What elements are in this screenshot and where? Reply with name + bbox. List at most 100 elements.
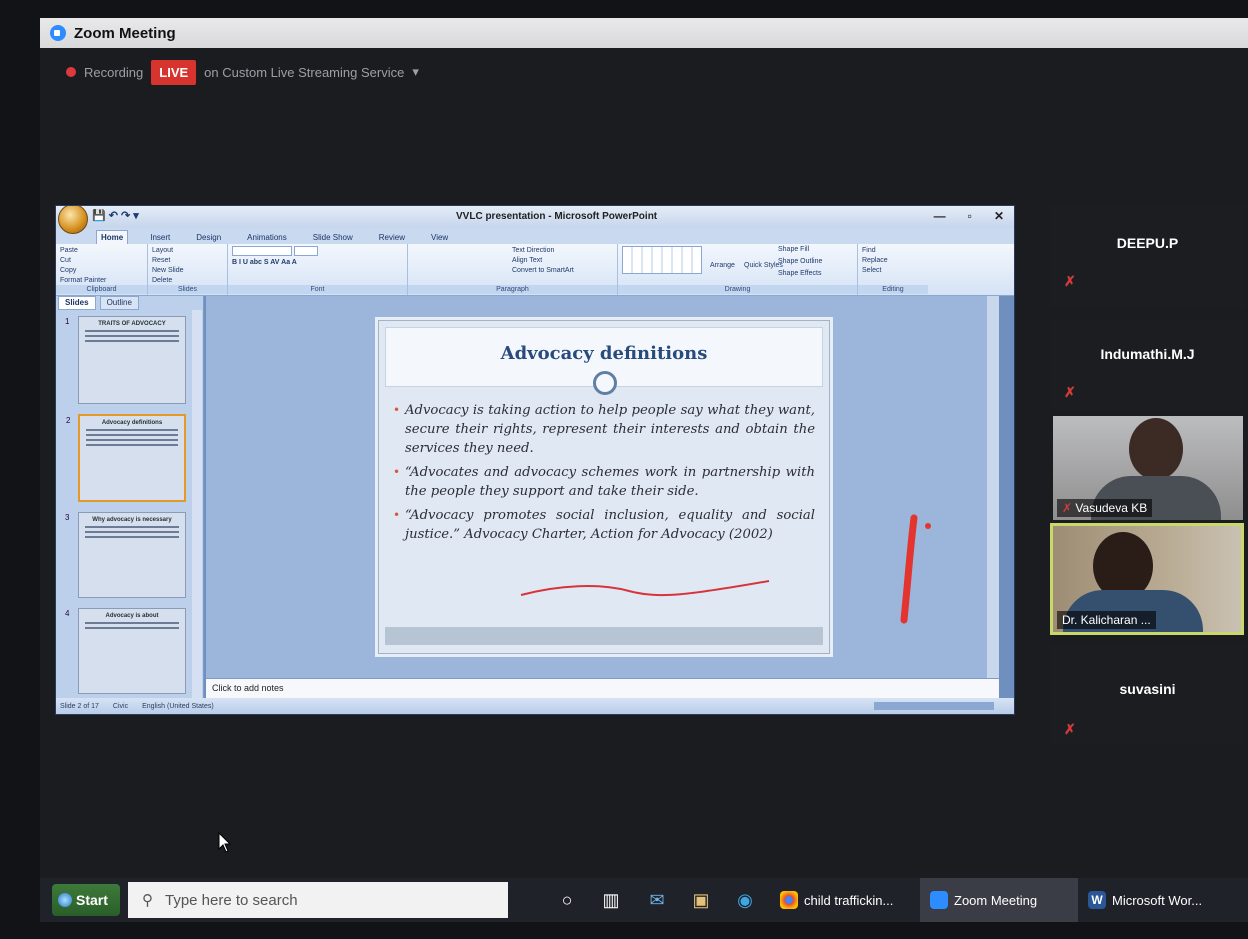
tab-outline[interactable]: Outline xyxy=(99,296,139,310)
thumbnail-number: 3 xyxy=(65,513,70,522)
convert-smartart-button[interactable]: Convert to SmartArt xyxy=(512,266,613,276)
tab-slide-show[interactable]: Slide Show xyxy=(309,231,357,244)
taskbar-app-zoom[interactable]: Zoom Meeting xyxy=(920,878,1078,922)
slide-bullets[interactable]: Advocacy is taking action to help people… xyxy=(393,401,815,549)
participant-tile[interactable]: DEEPU.P ✗ xyxy=(1050,205,1245,309)
reset-button[interactable]: Reset xyxy=(152,256,223,266)
editing-group-label: Editing xyxy=(858,285,928,294)
mouse-cursor-icon xyxy=(218,832,232,853)
windows-orb-icon xyxy=(58,893,72,907)
shape-outline-button[interactable]: Shape Outline xyxy=(778,258,822,265)
thumbnail-title: Why advocacy is necessary xyxy=(92,517,172,523)
close-icon[interactable]: ✕ xyxy=(994,209,1004,223)
participant-name: Dr. Kalicharan ... xyxy=(1057,611,1156,629)
current-slide[interactable]: Advocacy definitions Advocacy is taking … xyxy=(378,320,830,654)
slides-scrollbar[interactable] xyxy=(192,310,202,698)
tab-home[interactable]: Home xyxy=(96,230,129,244)
pane-tabs: Slides Outline xyxy=(56,296,203,310)
arrange-button[interactable]: Arrange xyxy=(710,262,735,269)
tab-design[interactable]: Design xyxy=(192,231,225,244)
find-button[interactable]: Find xyxy=(862,246,924,256)
slide-title[interactable]: Advocacy definitions xyxy=(379,343,829,364)
copy-button[interactable]: Copy xyxy=(60,266,143,276)
zoom-window-title: Zoom Meeting xyxy=(74,24,176,42)
office-button-icon[interactable] xyxy=(58,206,88,234)
zoom-slider[interactable] xyxy=(874,702,994,710)
start-button[interactable]: Start xyxy=(52,884,120,916)
new-slide-button[interactable]: New Slide xyxy=(152,266,223,276)
zoom-titlebar: Zoom Meeting xyxy=(40,18,1248,48)
mail-icon[interactable]: ✉ xyxy=(642,885,672,915)
select-button[interactable]: Select xyxy=(862,266,924,276)
slides-group-label: Slides xyxy=(148,285,227,294)
font-format-buttons[interactable]: B I U abc S AV Aa A xyxy=(232,258,403,268)
muted-mic-icon: ✗ xyxy=(1064,721,1076,737)
replace-button[interactable]: Replace xyxy=(862,256,924,266)
task-view-icon[interactable]: ▥ xyxy=(596,885,626,915)
notes-pane[interactable]: Click to add notes xyxy=(206,678,999,700)
chrome-icon xyxy=(780,891,798,909)
word-icon: W xyxy=(1088,891,1106,909)
language[interactable]: English (United States) xyxy=(142,703,214,710)
search-box[interactable]: ⚲ Type here to search xyxy=(128,882,508,918)
muted-mic-icon: ✗ xyxy=(1064,384,1076,400)
participant-tile[interactable]: Indumathi.M.J ✗ xyxy=(1050,320,1245,410)
tab-slides[interactable]: Slides xyxy=(58,296,96,310)
minimize-icon[interactable]: — xyxy=(934,209,946,223)
slide-thumbnail[interactable]: 4 Advocacy is about xyxy=(65,608,186,694)
taskbar-app-label: Microsoft Wor... xyxy=(1112,892,1203,908)
slide-footer-band xyxy=(385,627,823,645)
theme-name: Civic xyxy=(112,702,129,710)
participant-name: DEEPU.P xyxy=(1116,235,1179,251)
title-circle-decoration xyxy=(593,371,617,395)
edge-icon[interactable]: ◉ xyxy=(730,885,760,915)
annotation-underline xyxy=(520,580,770,597)
paste-button[interactable]: Paste xyxy=(60,246,143,256)
drawing-group-label: Drawing xyxy=(618,285,857,294)
store-icon[interactable]: ▣ xyxy=(686,885,716,915)
bullet-item: “Advocacy promotes social inclusion, equ… xyxy=(393,506,815,544)
text-direction-button[interactable]: Text Direction xyxy=(512,246,613,256)
start-label: Start xyxy=(76,892,108,908)
cortana-icon[interactable]: ○ xyxy=(552,885,582,915)
person-head xyxy=(1129,418,1183,480)
recording-dot-icon xyxy=(66,67,76,77)
cut-button[interactable]: Cut xyxy=(60,256,143,266)
font-name-box[interactable] xyxy=(232,246,292,256)
vertical-scrollbar[interactable] xyxy=(987,296,999,678)
tab-review[interactable]: Review xyxy=(375,231,409,244)
paragraph-group: Text Direction Align Text Convert to Sma… xyxy=(408,244,618,295)
live-badge[interactable]: LIVE xyxy=(151,59,197,85)
paragraph-group-label: Paragraph xyxy=(408,285,617,294)
participant-tile[interactable]: suvasini ✗ xyxy=(1050,645,1245,745)
search-placeholder: Type here to search xyxy=(165,891,298,909)
tab-insert[interactable]: Insert xyxy=(146,231,174,244)
slide-thumbnail[interactable]: 3 Why advocacy is necessary xyxy=(65,512,186,598)
layout-button[interactable]: Layout xyxy=(152,246,223,256)
font-group-label: Font xyxy=(228,285,407,294)
clipboard-group-label: Clipboard xyxy=(56,285,147,294)
participant-video[interactable]: ✗ Vasudeva KB xyxy=(1053,416,1243,520)
recording-label[interactable]: Recording xyxy=(84,65,143,80)
stream-dropdown-icon[interactable]: ▾ xyxy=(412,64,419,80)
ppt-titlebar: 💾 ↶ ↷ ▾ VVLC presentation - Microsoft Po… xyxy=(56,206,1014,234)
align-text-button[interactable]: Align Text xyxy=(512,256,613,266)
shapes-gallery[interactable] xyxy=(622,246,702,274)
clipboard-group: Paste Cut Copy Format Painter Clipboard xyxy=(56,244,148,295)
muted-mic-icon: ✗ xyxy=(1064,273,1076,289)
slide-thumbnail-selected[interactable]: 2 Advocacy definitions xyxy=(66,414,186,502)
participant-video-active-speaker[interactable]: Dr. Kalicharan ... xyxy=(1050,523,1244,635)
stream-label[interactable]: on Custom Live Streaming Service xyxy=(204,65,404,80)
font-size-box[interactable] xyxy=(293,246,318,256)
quick-access-toolbar[interactable]: 💾 ↶ ↷ ▾ xyxy=(92,209,139,222)
taskbar-app-word[interactable]: W Microsoft Wor... xyxy=(1078,878,1218,922)
powerpoint-window: 💾 ↶ ↷ ▾ VVLC presentation - Microsoft Po… xyxy=(55,205,1015,715)
thumbnail-title: Advocacy definitions xyxy=(101,420,163,426)
tab-view[interactable]: View xyxy=(427,231,452,244)
slide-thumbnail[interactable]: 1 TRAITS OF ADVOCACY xyxy=(65,316,186,404)
taskbar-app-chrome[interactable]: child traffickin... xyxy=(770,878,920,922)
shape-fill-button[interactable]: Shape Fill xyxy=(778,246,809,253)
tab-animations[interactable]: Animations xyxy=(243,231,291,244)
shape-effects-button[interactable]: Shape Effects xyxy=(778,270,821,277)
maximize-icon[interactable]: ▫ xyxy=(968,209,972,223)
